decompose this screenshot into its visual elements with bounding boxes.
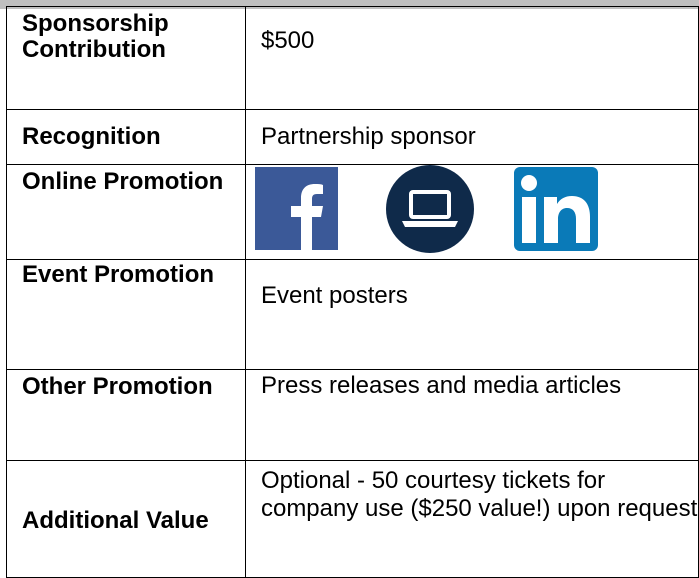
laptop-icon [385,164,474,260]
row-label: Event Promotion [6,259,246,370]
row-label: Sponsorship Contribution [6,6,246,110]
row-value: Partnership sponsor [244,109,699,165]
row-label: Additional Value [6,460,246,578]
table-row: Additional Value Optional - 50 courtesy … [6,460,699,578]
facebook-icon [254,167,338,257]
online-promotion-icons-cell [244,164,699,260]
table-row: Online Promotion [6,164,699,260]
row-label: Recognition [6,109,246,165]
table-row: Event Promotion Event posters [6,259,699,370]
table-row: Other Promotion Press releases and media… [6,369,699,461]
linkedin-icon [513,166,598,258]
row-value: Event posters [244,259,699,370]
row-value: Optional - 50 courtesy tickets for compa… [244,460,699,578]
row-label: Online Promotion [6,164,246,260]
sponsorship-table: Sponsorship Contribution $500 Recognitio… [6,6,699,578]
table-row: Recognition Partnership sponsor [6,109,699,165]
row-label: Other Promotion [6,369,246,461]
row-value: Press releases and media articles [244,369,699,461]
row-value: $500 [244,6,699,110]
table-row: Sponsorship Contribution $500 [6,6,699,110]
social-icons [254,164,698,260]
